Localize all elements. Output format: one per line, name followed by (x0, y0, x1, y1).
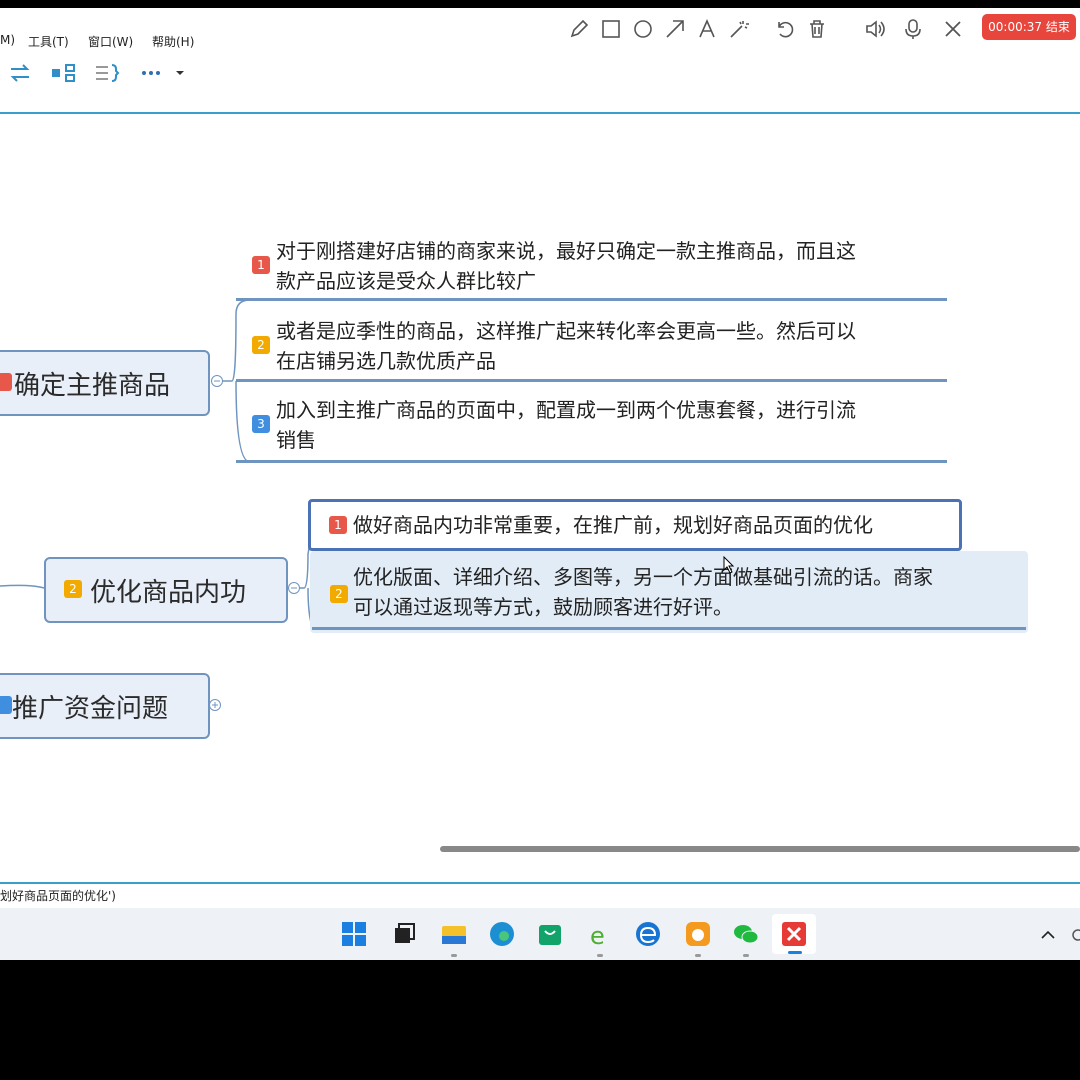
uc-browser-icon[interactable] (684, 920, 712, 948)
summary-icon[interactable] (94, 62, 120, 84)
mindmap-canvas[interactable]: 确定主推商品 1 对于刚搭建好店铺的商家来说，最好只确定一款主推商品，而且这 款… (0, 114, 1080, 842)
svg-text:e: e (590, 922, 605, 948)
arrow-icon[interactable] (664, 18, 686, 40)
subtopic-underline (236, 379, 947, 382)
topic-priority-badge (0, 373, 12, 391)
topic-priority-badge (0, 696, 12, 714)
recorder-toolbar: 00:00:37 结束 (558, 8, 1080, 50)
active-app-indicator (788, 951, 802, 954)
running-indicator (597, 954, 603, 957)
subtopic-line: 款产品应该是受众人群比较广 (276, 269, 536, 293)
subtopic-line: 对于刚搭建好店铺的商家来说，最好只确定一款主推商品，而且这 (276, 239, 856, 263)
collapse-icon[interactable] (210, 374, 224, 388)
screen-top-edge (0, 0, 1080, 8)
priority-badge: 1 (329, 516, 347, 534)
ie-browser-icon[interactable]: e (586, 920, 614, 948)
subtopic-1-2[interactable]: 2 或者是应季性的商品，这样推广起来转化率会更高一些。然后可以 在店铺另选几款优… (250, 316, 950, 386)
windows-start-icon[interactable] (340, 920, 368, 948)
microphone-icon[interactable] (902, 18, 924, 40)
running-indicator (451, 954, 457, 957)
status-divider (0, 882, 1080, 884)
subtopic-underline (236, 460, 947, 463)
topic-label: 确定主推商品 (14, 371, 171, 401)
xmind-taskbar-button[interactable] (772, 914, 816, 954)
task-view-icon[interactable] (390, 920, 418, 948)
edge-browser-icon[interactable] (488, 920, 516, 948)
status-area (0, 842, 1080, 912)
subtopic-line: 或者是应季性的商品，这样推广起来转化率会更高一些。然后可以 (276, 319, 856, 343)
subtopic-underline (312, 627, 1026, 630)
store-icon[interactable] (536, 920, 564, 948)
close-icon[interactable] (942, 18, 964, 40)
edge-legacy-icon[interactable] (634, 920, 662, 948)
recording-timer-button[interactable]: 00:00:37 结束 (982, 14, 1076, 40)
collapse-icon[interactable] (287, 581, 301, 595)
undo-icon[interactable] (774, 18, 796, 40)
menu-item-help[interactable]: 帮助(H) (152, 33, 194, 50)
topic-optimize-product[interactable]: 2 优化商品内功 (44, 557, 288, 623)
topic-label: 推广资金问题 (12, 694, 169, 724)
menu-item-tools[interactable]: 工具(T) (28, 33, 69, 50)
menu-item-m[interactable]: M) (0, 33, 15, 47)
subtopic-2-2[interactable]: 2 优化版面、详细介绍、多图等，另一个方面做基础引流的话。商家 可以通过返现等方… (310, 551, 1028, 633)
subtopic-line: 优化版面、详细介绍、多图等，另一个方面做基础引流的话。商家 (353, 565, 933, 589)
topic-label: 优化商品内功 (90, 578, 247, 608)
priority-badge: 2 (252, 336, 270, 354)
subtopic-line: 在店铺另选几款优质产品 (276, 349, 496, 373)
tray-icon[interactable] (1070, 928, 1080, 942)
circle-icon[interactable] (632, 18, 654, 40)
swap-icon[interactable] (8, 62, 32, 84)
topic-confirm-main-product[interactable]: 确定主推商品 (0, 350, 210, 416)
magic-wand-icon[interactable] (728, 18, 750, 40)
rectangle-icon[interactable] (600, 18, 622, 40)
relationship-icon[interactable] (50, 62, 76, 84)
pencil-icon[interactable] (568, 18, 590, 40)
expand-icon[interactable] (208, 698, 222, 712)
mouse-cursor-icon (723, 556, 735, 574)
speaker-icon[interactable] (864, 18, 886, 40)
wechat-icon[interactable] (732, 920, 760, 948)
running-indicator (743, 954, 749, 957)
subtopic-line: 可以通过返现等方式，鼓励顾客进行好评。 (353, 595, 733, 619)
xmind-icon (782, 922, 806, 946)
topic-promotion-funds[interactable]: 推广资金问题 (0, 673, 210, 739)
subtopic-1-1[interactable]: 1 对于刚搭建好店铺的商家来说，最好只确定一款主推商品，而且这 款产品应该是受众… (250, 236, 950, 306)
subtopic-2-1-selected[interactable]: 1 做好商品内功非常重要，在推广前，规划好商品页面的优化 (308, 499, 962, 551)
subtopic-line: 加入到主推广商品的页面中，配置成一到两个优惠套餐，进行引流 (276, 398, 856, 422)
menu-bar: M) 工具(T) 窗口(W) 帮助(H) (0, 30, 558, 50)
topic-priority-badge: 2 (64, 580, 82, 598)
trash-icon[interactable] (806, 18, 828, 40)
more-options-icon[interactable] (140, 68, 190, 80)
priority-badge: 3 (252, 415, 270, 433)
chevron-up-icon[interactable] (1040, 928, 1056, 940)
subtopic-line: 做好商品内功非常重要，在推广前，规划好商品页面的优化 (353, 513, 873, 537)
subtopic-1-3[interactable]: 3 加入到主推广商品的页面中，配置成一到两个优惠套餐，进行引流 销售 (250, 395, 950, 465)
text-icon[interactable] (696, 18, 718, 40)
subtopic-underline (236, 298, 947, 301)
priority-badge: 2 (330, 585, 348, 603)
status-text: 划好商品页面的优化') (0, 889, 116, 903)
subtopic-line: 销售 (276, 428, 316, 452)
running-indicator (695, 954, 701, 957)
horizontal-scrollbar[interactable] (440, 846, 1080, 852)
taskbar: e (0, 908, 1080, 960)
priority-badge: 1 (252, 256, 270, 274)
file-explorer-icon[interactable] (440, 920, 468, 948)
menu-item-window[interactable]: 窗口(W) (88, 33, 133, 50)
